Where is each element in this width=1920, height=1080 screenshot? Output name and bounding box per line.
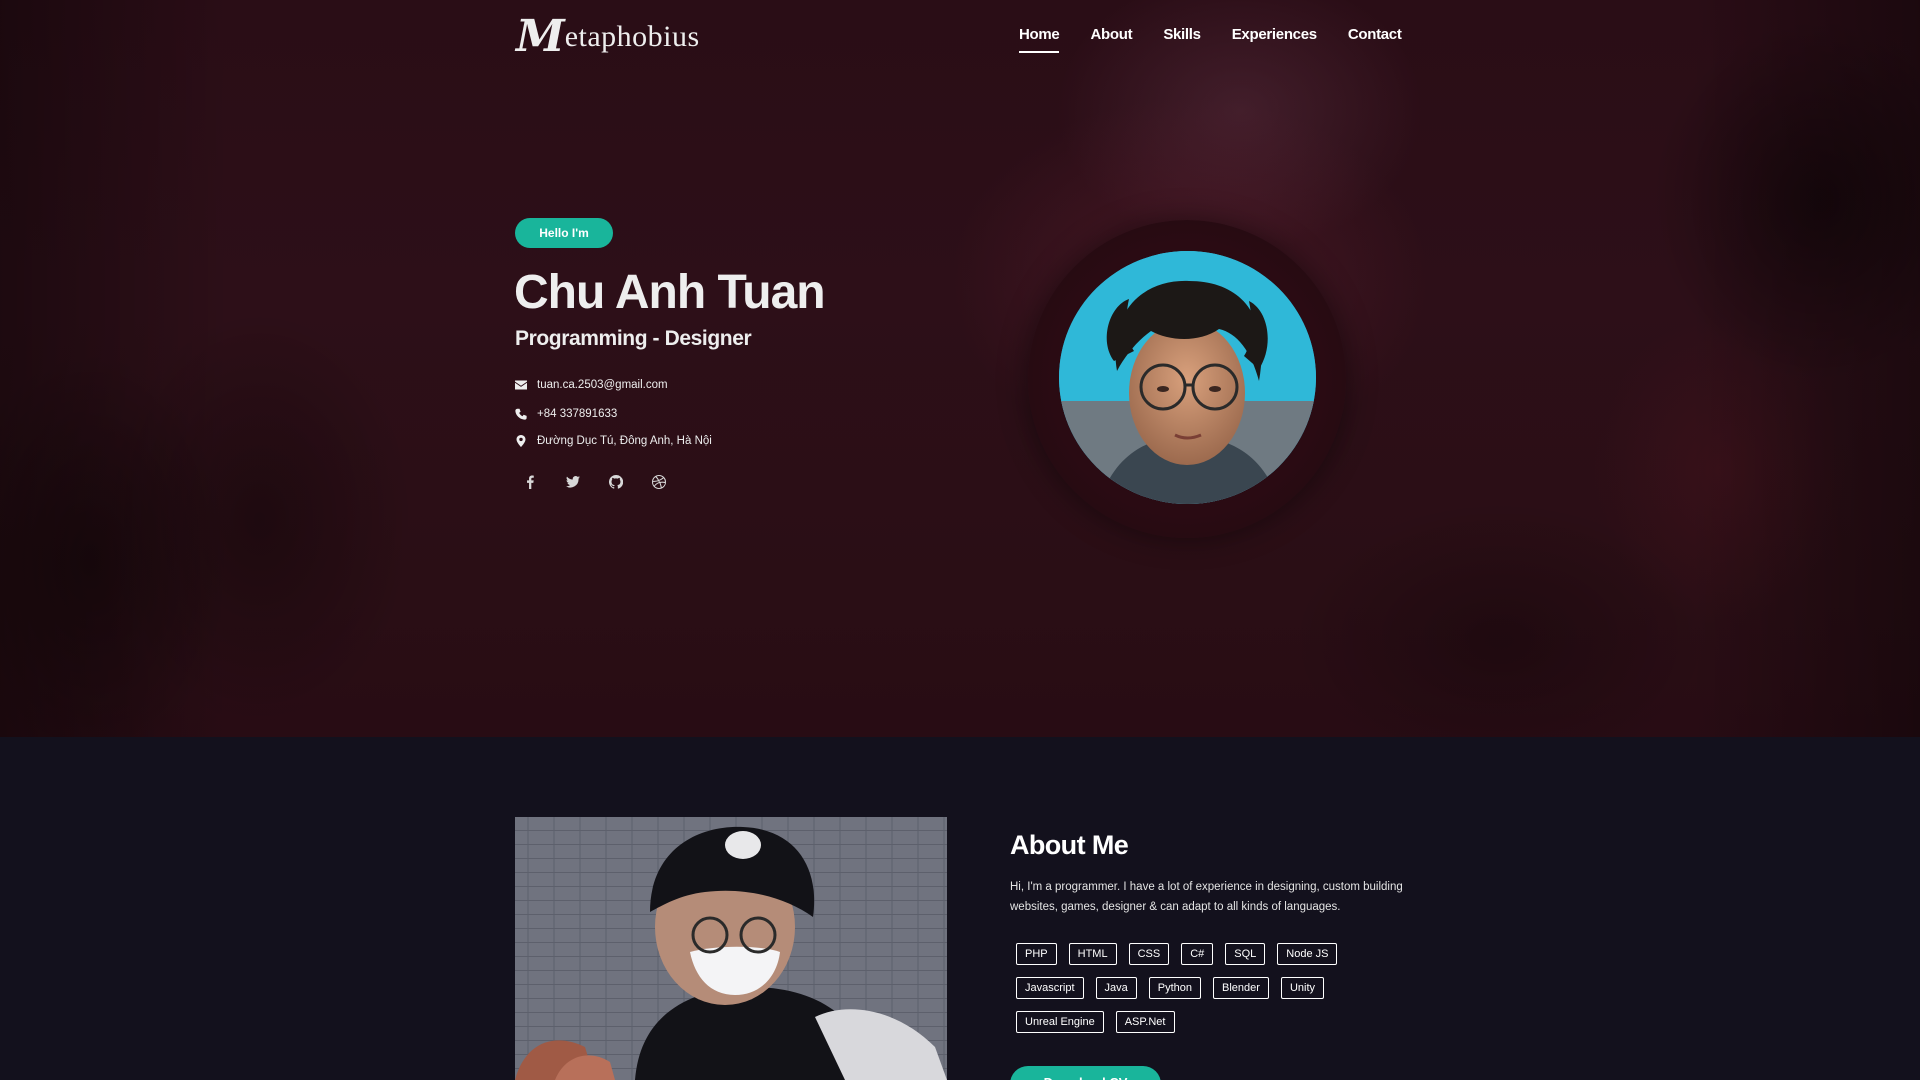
tag-row: Unreal Engine ASP.Net: [1016, 1011, 1416, 1034]
tag-csharp: C#: [1181, 943, 1214, 965]
contact-phone[interactable]: +84 337891633: [515, 408, 617, 420]
profile-avatar: [1059, 251, 1316, 504]
map-pin-icon: [515, 435, 527, 447]
logo-text: etaphobius: [564, 20, 700, 53]
tag-row: Javascript Java Python Blender Unity: [1016, 977, 1416, 1000]
tag-html: HTML: [1068, 943, 1117, 965]
phone-text: +84 337891633: [537, 408, 618, 420]
tag-css: CSS: [1128, 943, 1170, 965]
tag-blender: Blender: [1213, 977, 1269, 999]
main-nav: Home About Skills Experiences Contact: [1019, 26, 1433, 53]
about-description: Hi, I'm a programmer. I have a lot of ex…: [1010, 881, 1403, 913]
profile-portrait-illustration: [1059, 251, 1316, 504]
download-cv-button[interactable]: Download CV: [1010, 1066, 1161, 1080]
tag-javascript: Javascript: [1016, 977, 1084, 999]
email-text: tuan.ca.2503@gmail.com: [537, 379, 668, 391]
hero-role: Programming - Designer: [515, 327, 752, 350]
site-logo[interactable]: M etaphobius: [516, 14, 700, 60]
tag-python: Python: [1148, 977, 1202, 999]
nav-skills[interactable]: Skills: [1163, 26, 1201, 53]
tag-php: PHP: [1016, 943, 1057, 965]
skill-tags: PHP HTML CSS C# SQL Node JS Javascript J…: [1016, 943, 1416, 1045]
github-icon[interactable]: [608, 474, 624, 490]
hero-section: M etaphobius Home About Skills Experienc…: [0, 0, 1920, 737]
nav-home[interactable]: Home: [1019, 26, 1060, 53]
contact-email[interactable]: tuan.ca.2503@gmail.com: [515, 379, 668, 391]
nav-about[interactable]: About: [1090, 26, 1132, 53]
tag-row: PHP HTML CSS C# SQL Node JS: [1016, 943, 1416, 966]
tag-sql: SQL: [1225, 943, 1266, 965]
about-photo: [515, 817, 947, 1080]
hello-badge: Hello I'm: [515, 218, 613, 248]
about-photo-illustration: [515, 817, 947, 1080]
social-links: [522, 474, 667, 490]
facebook-icon[interactable]: [522, 474, 538, 490]
tag-aspnet: ASP.Net: [1115, 1011, 1175, 1033]
envelope-icon: [515, 379, 527, 391]
tag-java: Java: [1095, 977, 1137, 999]
tag-unity: Unity: [1280, 977, 1325, 999]
logo-mark: M: [516, 11, 565, 62]
contact-address: Đường Dục Tú, Đông Anh, Hà Nội: [515, 435, 712, 447]
about-title: About Me: [1010, 830, 1129, 860]
nav-contact[interactable]: Contact: [1348, 26, 1402, 53]
twitter-icon[interactable]: [565, 474, 581, 490]
hero-name: Chu Anh Tuan: [514, 266, 826, 319]
address-text: Đường Dục Tú, Đông Anh, Hà Nội: [537, 435, 712, 447]
phone-icon: [515, 408, 527, 420]
dribbble-icon[interactable]: [651, 474, 667, 490]
tag-nodejs: Node JS: [1277, 943, 1338, 965]
nav-experiences[interactable]: Experiences: [1232, 26, 1317, 53]
tag-unreal-engine: Unreal Engine: [1016, 1011, 1104, 1033]
